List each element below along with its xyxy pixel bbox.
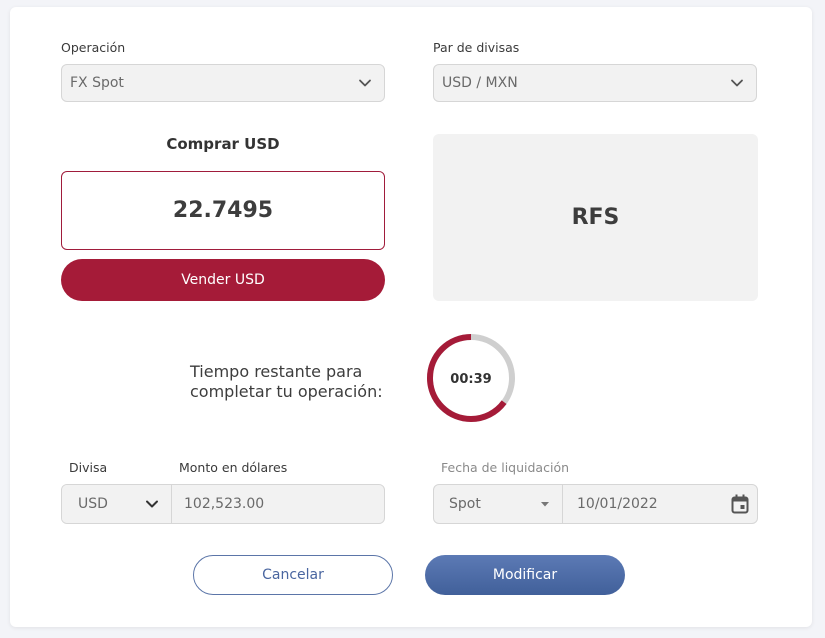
caret-down-icon (541, 502, 549, 507)
chevron-down-icon (731, 79, 743, 87)
chevron-down-icon (146, 500, 158, 508)
settlement-date-value: 10/01/2022 (577, 496, 658, 512)
currency-value: USD (78, 496, 108, 512)
timer-caption-line2: completar tu operación: (190, 382, 383, 401)
modify-button[interactable]: Modificar (425, 555, 625, 595)
currency-select[interactable]: USD (62, 485, 171, 523)
pair-select[interactable]: USD / MXN (433, 64, 757, 102)
timer-caption-line1: Tiempo restante para (190, 362, 363, 381)
amount-input[interactable]: 102,523.00 (172, 485, 384, 523)
buy-title: Comprar USD (166, 135, 280, 153)
rfs-text: RFS (571, 205, 620, 230)
operation-label: Operación (61, 40, 126, 55)
settlement-label: Fecha de liquidación (441, 460, 570, 475)
calendar-icon[interactable] (731, 494, 749, 514)
buy-price-box[interactable]: 22.7495 (61, 171, 385, 250)
settlement-type-select[interactable]: Spot (434, 485, 562, 523)
timer-caption: Tiempo restante para completar tu operac… (190, 362, 410, 402)
trade-card: Operación FX Spot Par de divisas USD / M… (10, 7, 812, 627)
settlement-type-value: Spot (449, 496, 481, 512)
countdown-timer: 00:39 (427, 334, 515, 422)
sell-usd-button[interactable]: Vender USD (61, 259, 385, 301)
settlement-date-input[interactable]: 10/01/2022 (563, 485, 757, 523)
pair-value: USD / MXN (442, 75, 518, 91)
amount-combo: USD 102,523.00 (61, 484, 385, 524)
operation-select[interactable]: FX Spot (61, 64, 385, 102)
settlement-combo: Spot 10/01/2022 (433, 484, 758, 524)
currency-label: Divisa (69, 460, 108, 475)
amount-value: 102,523.00 (184, 496, 265, 512)
cancel-button[interactable]: Cancelar (193, 555, 393, 595)
rfs-panel: RFS (433, 134, 758, 301)
buy-price: 22.7495 (172, 198, 274, 223)
timer-time: 00:39 (450, 372, 491, 387)
pair-label: Par de divisas (433, 40, 520, 55)
chevron-down-icon (359, 79, 371, 87)
operation-value: FX Spot (70, 75, 124, 91)
amount-label: Monto en dólares (179, 460, 288, 475)
